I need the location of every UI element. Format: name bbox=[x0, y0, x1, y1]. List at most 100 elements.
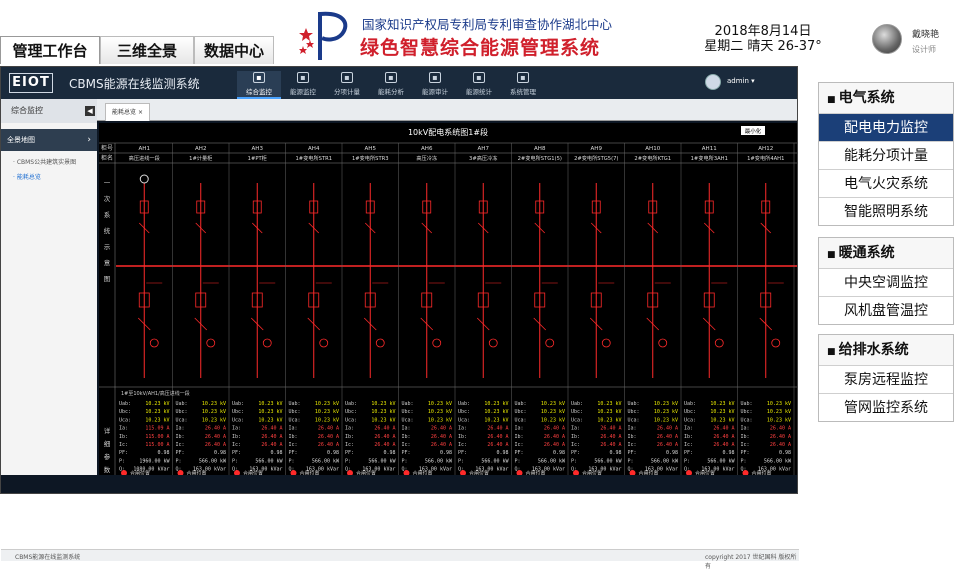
tab-label: 能耗总览 bbox=[112, 109, 136, 116]
sidebar-header-label: 综合监控 bbox=[11, 106, 43, 115]
side-panel-item[interactable]: 智能照明系统 bbox=[819, 197, 953, 225]
admin-avatar[interactable] bbox=[705, 74, 721, 90]
nav-item[interactable]: ▪能源审计 bbox=[413, 71, 457, 99]
param-value: 26.40 A bbox=[770, 426, 791, 432]
nav-item[interactable]: ▪系统管理 bbox=[501, 71, 545, 99]
param-label: Ubc: bbox=[402, 409, 414, 415]
param-label: Ia: bbox=[402, 426, 411, 432]
ct-symbol bbox=[772, 339, 780, 347]
param-value: 566.00 kW bbox=[255, 458, 283, 464]
param-label: Ic: bbox=[741, 442, 750, 448]
param-label: Ia: bbox=[515, 426, 524, 432]
side-panel-title: ■ 给排水系统 bbox=[819, 335, 953, 365]
param-value: 26.40 A bbox=[374, 442, 395, 448]
nav-item-label: 能源统计 bbox=[466, 88, 492, 96]
tab-3d-panorama[interactable]: 三维全景 bbox=[100, 36, 194, 64]
param-label: Ib: bbox=[402, 434, 411, 440]
row-label-no: 柜号 bbox=[101, 144, 113, 152]
param-value: 26.40 A bbox=[261, 434, 282, 440]
cabinet-no: AH10 bbox=[645, 146, 660, 152]
app-title: CBMS能源在线监测系统 bbox=[69, 75, 200, 92]
nav-item[interactable]: ▪综合监控 bbox=[237, 71, 281, 99]
minimize-label: 最小化 bbox=[745, 127, 762, 135]
status-bar: CBMS能源在线监测系统 copyright 2017 世纪国科 版权所有 bbox=[1, 549, 799, 561]
side-panel-item[interactable]: 电气火灾系统 bbox=[819, 169, 953, 197]
param-label: PF: bbox=[402, 450, 411, 456]
sidebar-item-panorama-map[interactable]: 全景地图› bbox=[1, 129, 97, 151]
param-value: 0.98 bbox=[214, 450, 226, 456]
param-label: PF: bbox=[571, 450, 580, 456]
collapse-icon[interactable]: ◀ bbox=[85, 106, 95, 116]
nav-item[interactable]: ▪能源监控 bbox=[281, 71, 325, 99]
param-value: 10.23 kV bbox=[315, 401, 339, 407]
param-label: P: bbox=[345, 458, 351, 464]
left-sidebar: 综合监控 ◀ 全景地图› · CBMS公共建筑实景图 · 能耗总览 bbox=[1, 99, 97, 475]
side-panel-item[interactable]: 泵房远程监控 bbox=[819, 365, 953, 393]
cabinet-no: AH11 bbox=[702, 146, 717, 152]
side-panel-item[interactable]: 能耗分项计量 bbox=[819, 141, 953, 169]
param-value: 566.00 kW bbox=[707, 458, 735, 464]
param-label: Ubc: bbox=[515, 409, 527, 415]
side-panel-item[interactable]: 风机盘管温控 bbox=[819, 296, 953, 324]
users-icon: ▪ bbox=[517, 72, 529, 83]
tab-management[interactable]: 管理工作台 bbox=[0, 36, 100, 64]
param-value: 10.23 kV bbox=[654, 417, 678, 423]
param-value: 566.00 kW bbox=[368, 458, 396, 464]
param-value: 10.23 kV bbox=[541, 409, 565, 415]
cabinet-no: AH9 bbox=[591, 146, 603, 152]
avatar[interactable] bbox=[872, 24, 902, 54]
chevron-right-icon: › bbox=[87, 129, 91, 151]
param-value: 26.40 A bbox=[544, 434, 565, 440]
ct-symbol bbox=[546, 339, 554, 347]
admin-menu[interactable]: admin ▾ bbox=[727, 77, 755, 85]
weather-text: 星期二 晴天 26-37° bbox=[704, 39, 822, 54]
cabinet-no: AH6 bbox=[421, 146, 433, 152]
param-value: 10.23 kV bbox=[202, 409, 226, 415]
nav-item[interactable]: ▪能耗分析 bbox=[369, 71, 413, 99]
status-label: 合闸位置 bbox=[300, 470, 320, 475]
param-value: 26.40 A bbox=[374, 434, 395, 440]
param-value: 115.00 A bbox=[145, 434, 169, 440]
cabinet-no: AH1 bbox=[139, 146, 150, 152]
param-label: Ia: bbox=[458, 426, 467, 432]
param-value: 26.40 A bbox=[657, 434, 678, 440]
param-label: Ic: bbox=[628, 442, 637, 448]
nav-item[interactable]: ▪分项计量 bbox=[325, 71, 369, 99]
tab-energy-overview[interactable]: 能耗总览 × bbox=[105, 103, 150, 121]
param-value: 26.40 A bbox=[600, 434, 621, 440]
param-label: Ib: bbox=[684, 434, 693, 440]
param-label: Uab: bbox=[232, 401, 244, 407]
param-value: 10.23 kV bbox=[654, 401, 678, 407]
side-panel-item[interactable]: 配电电力监控 bbox=[819, 113, 953, 141]
side-panel-item[interactable]: 中央空调监控 bbox=[819, 268, 953, 296]
square-bullet-icon: ■ bbox=[827, 347, 839, 357]
side-label-char: 数 bbox=[104, 465, 111, 474]
embedded-app-window: EIOT CBMS能源在线监测系统 ▪综合监控▪能源监控▪分项计量▪能耗分析▪能… bbox=[0, 66, 798, 494]
cabinet-no: AH5 bbox=[365, 146, 377, 152]
status-label: 合闸位置 bbox=[469, 470, 489, 475]
sidebar-sub-building[interactable]: · CBMS公共建筑实景图 bbox=[1, 157, 97, 166]
param-value: 10.23 kV bbox=[767, 417, 791, 423]
side-panel-title-label: 暖通系统 bbox=[839, 245, 895, 261]
param-label: PF: bbox=[741, 450, 750, 456]
side-label-char: 一 bbox=[104, 179, 111, 187]
param-label: PF: bbox=[119, 450, 128, 456]
param-value: 10.23 kV bbox=[597, 417, 621, 423]
tab-data-center[interactable]: 数据中心 bbox=[194, 36, 274, 64]
param-label: PF: bbox=[458, 450, 467, 456]
param-value: 10.23 kV bbox=[371, 401, 395, 407]
nav-item[interactable]: ▪能源统计 bbox=[457, 71, 501, 99]
param-value: 0.98 bbox=[440, 450, 452, 456]
param-label: Uca: bbox=[571, 417, 583, 423]
app-navbar: EIOT CBMS能源在线监测系统 ▪综合监控▪能源监控▪分项计量▪能耗分析▪能… bbox=[1, 67, 797, 99]
status-label: 合闸位置 bbox=[582, 470, 602, 475]
side-label-char: 系 bbox=[104, 210, 111, 219]
close-icon[interactable]: × bbox=[138, 109, 143, 116]
sidebar-sub-overview[interactable]: · 能耗总览 bbox=[1, 172, 97, 181]
side-panel-item[interactable]: 管网监控系统 bbox=[819, 393, 953, 421]
row-label-name: 柜名 bbox=[101, 154, 113, 162]
cabinet-name: 1#计量柜 bbox=[189, 154, 212, 162]
param-label: P: bbox=[741, 458, 747, 464]
side-panel-title: ■ 暖通系统 bbox=[819, 238, 953, 268]
param-label: Ia: bbox=[176, 426, 185, 432]
